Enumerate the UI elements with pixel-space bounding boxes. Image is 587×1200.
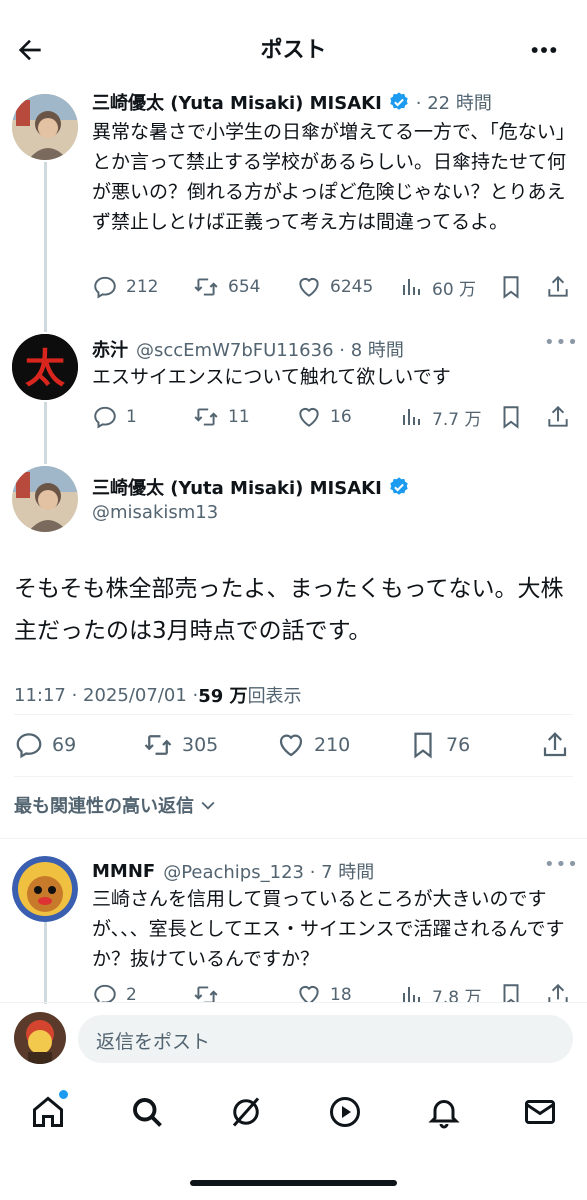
share-icon[interactable] <box>545 274 571 300</box>
reply-count: 2 <box>126 985 137 1002</box>
author-name[interactable]: 三崎優太 (Yuta Misaki) MISAKI <box>92 474 382 500</box>
reply-icon <box>16 733 42 759</box>
thread-line <box>44 402 47 464</box>
heart-icon <box>279 734 303 757</box>
views-button[interactable]: 7.7 万 <box>400 404 481 430</box>
retweet-button[interactable]: 654 <box>192 274 260 300</box>
share-icon[interactable] <box>545 982 571 1002</box>
views-button[interactable]: 60 万 <box>400 274 476 300</box>
more-options-icon[interactable] <box>528 34 560 66</box>
main-tweet-text: そもそも株全部売ったよ、まったくもってない。大株主だったのは3月時点での話です。 <box>14 576 564 644</box>
heart-icon <box>299 407 319 427</box>
bookmark-button[interactable]: 76 <box>408 730 470 760</box>
notifications-bell-icon[interactable] <box>426 1094 462 1130</box>
notification-dot <box>59 1090 68 1099</box>
avatar[interactable] <box>12 94 78 160</box>
retweet-count: 654 <box>228 277 261 297</box>
video-icon[interactable] <box>327 1094 363 1130</box>
reply-icon <box>94 276 116 299</box>
views-count: 7.8 万 <box>432 987 482 1003</box>
reply-button[interactable]: 212 <box>92 274 158 300</box>
retweet-button[interactable] <box>192 982 228 1002</box>
tweet-time: · 22 時間 <box>415 93 492 114</box>
messages-icon[interactable] <box>522 1094 558 1130</box>
tweet-timestamp: 11:17 · 2025/07/01 · <box>14 684 199 706</box>
author-handle: @sccEmW7bFU11636 · 8 時間 <box>136 340 404 361</box>
bookmark-icon[interactable] <box>498 404 524 430</box>
author-handle: @Peachips_123 · 7 時間 <box>163 862 375 883</box>
views-count: 60 万 <box>432 279 477 300</box>
retweet-icon <box>194 278 218 296</box>
tweet-text: 三崎さんを信用して買っているところが大きいのですが、、、室長としてエス・サイエン… <box>92 888 565 970</box>
avatar[interactable]: 太 <box>12 334 78 400</box>
chevron-down-icon <box>201 801 215 810</box>
like-button[interactable]: 210 <box>276 730 350 760</box>
avatar[interactable] <box>12 856 78 922</box>
avatar[interactable] <box>12 466 78 532</box>
like-button[interactable]: 6245 <box>296 274 373 300</box>
my-avatar[interactable] <box>14 1012 66 1064</box>
retweet-icon <box>194 408 218 426</box>
retweet-button[interactable]: 11 <box>192 404 250 430</box>
tweet-more-icon[interactable]: ••• <box>544 332 579 353</box>
home-indicator <box>190 1180 397 1186</box>
retweet-count: 11 <box>228 407 250 427</box>
page-title: ポスト <box>260 38 327 63</box>
share-icon[interactable] <box>545 404 571 430</box>
like-count: 16 <box>330 407 352 427</box>
tweet-text: エスサイエンスについて触れて欲しいです <box>92 366 451 388</box>
search-icon[interactable] <box>129 1094 165 1130</box>
bookmark-icon[interactable] <box>498 274 524 300</box>
views-icon <box>403 409 420 425</box>
reply-count: 1 <box>126 407 137 427</box>
heart-icon <box>299 277 319 297</box>
reply-button[interactable]: 2 <box>92 982 137 1002</box>
grok-icon[interactable] <box>228 1094 264 1130</box>
like-count: 18 <box>330 985 352 1002</box>
reply-icon <box>94 984 116 1002</box>
sort-replies-dropdown[interactable]: 最も関連性の高い返信 <box>14 792 218 818</box>
svg-text:太: 太 <box>25 346 65 392</box>
author-name[interactable]: MMNF <box>92 861 155 882</box>
bookmark-icon[interactable] <box>498 982 524 1002</box>
home-icon[interactable] <box>30 1094 66 1130</box>
like-button[interactable]: 18 <box>296 982 352 1002</box>
views-icon <box>403 279 420 295</box>
divider <box>0 838 587 839</box>
views-count: 7.7 万 <box>432 409 482 430</box>
retweet-icon <box>194 986 218 1002</box>
divider <box>14 776 573 777</box>
like-button[interactable]: 16 <box>296 404 352 430</box>
like-count: 6245 <box>330 277 374 297</box>
divider <box>14 714 573 715</box>
tweet-text: 異常な暑さで小学生の日傘が増えてる一方で、「危ない」とか言って禁止する学校がある… <box>92 121 567 233</box>
like-count: 210 <box>314 734 351 756</box>
views-icon <box>403 987 420 1002</box>
tweet-more-icon[interactable]: ••• <box>544 854 579 875</box>
retweet-count: 305 <box>182 734 219 756</box>
verified-badge-icon <box>390 477 408 495</box>
views-count: 59 万 <box>198 686 248 707</box>
views-button[interactable]: 7.8 万 <box>400 982 481 1002</box>
bookmark-icon <box>414 732 432 759</box>
thread-line <box>44 162 47 332</box>
reply-button[interactable]: 1 <box>92 404 137 430</box>
author-name[interactable]: 三崎優太 (Yuta Misaki) MISAKI <box>92 89 382 115</box>
author-name[interactable]: 赤汁 <box>92 336 128 362</box>
share-icon[interactable] <box>540 730 570 760</box>
reply-button[interactable]: 69 <box>14 730 76 760</box>
views-label: 回表示 <box>247 686 302 707</box>
author-handle: @misakism13 <box>92 502 219 523</box>
reply-input[interactable]: 返信をポスト <box>78 1015 573 1063</box>
sort-label: 最も関連性の高い返信 <box>14 796 194 817</box>
heart-icon <box>299 985 319 1002</box>
verified-badge-icon <box>390 92 408 110</box>
bookmark-count: 76 <box>446 734 471 756</box>
divider <box>0 1002 587 1003</box>
reply-icon <box>94 406 116 429</box>
reply-count: 69 <box>52 734 77 756</box>
reply-count: 212 <box>126 277 159 297</box>
retweet-button[interactable]: 305 <box>142 730 218 760</box>
retweet-icon <box>144 735 172 755</box>
